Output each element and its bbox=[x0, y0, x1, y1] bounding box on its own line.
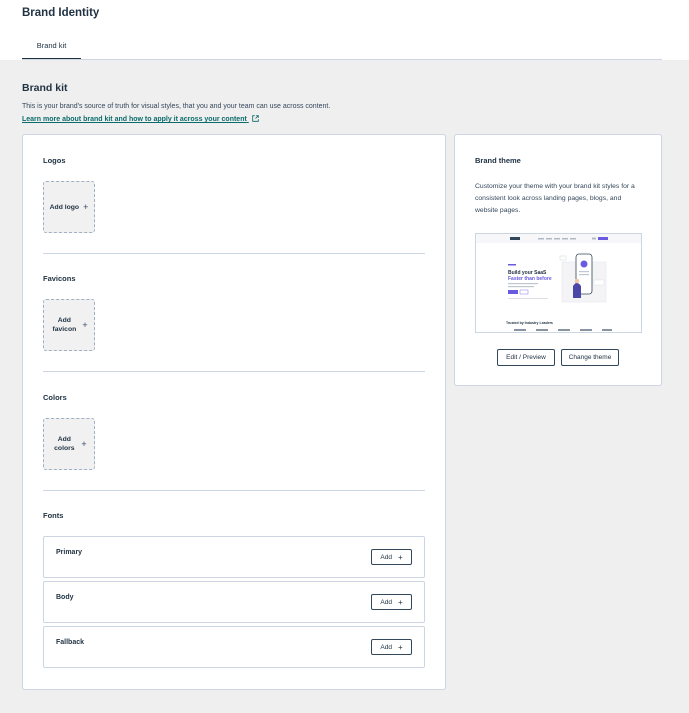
font-row-body: Body Add + bbox=[43, 581, 425, 623]
fonts-title: Fonts bbox=[43, 511, 64, 520]
logos-title: Logos bbox=[43, 156, 66, 165]
add-label: Add bbox=[380, 598, 392, 606]
tab-brand-kit[interactable]: Brand kit bbox=[22, 34, 81, 60]
add-colors-label: Add colors bbox=[54, 436, 75, 452]
colors-title: Colors bbox=[43, 393, 67, 402]
theme-preview-image: Build your SaaS Faster than before Trust… bbox=[476, 234, 641, 332]
tab-label: Brand kit bbox=[36, 41, 67, 50]
add-favicon-label: Add favicon bbox=[52, 317, 77, 333]
add-logo-label: Add logo bbox=[49, 203, 80, 211]
font-name: Body bbox=[56, 594, 74, 601]
add-label: Add bbox=[380, 643, 392, 651]
theme-preview-thumbnail[interactable]: Build your SaaS Faster than before Trust… bbox=[475, 233, 642, 333]
add-label: Add bbox=[380, 553, 392, 561]
learn-more-link[interactable]: Learn more about brand kit and how to ap… bbox=[22, 115, 259, 124]
plus-icon: + bbox=[83, 202, 89, 212]
add-fallback-font-button[interactable]: Add + bbox=[371, 639, 412, 655]
brand-theme-title: Brand theme bbox=[475, 156, 521, 165]
plus-icon: + bbox=[81, 439, 87, 449]
section-divider bbox=[43, 490, 425, 491]
edit-preview-button[interactable]: Edit / Preview bbox=[497, 349, 555, 366]
learn-more-link-text: Learn more about brand kit and how to ap… bbox=[22, 116, 247, 123]
font-row-primary: Primary Add + bbox=[43, 536, 425, 578]
page-description: This is your brand's source of truth for… bbox=[22, 103, 331, 110]
plus-icon: + bbox=[397, 597, 403, 607]
brand-theme-card: Brand theme Customize your theme with yo… bbox=[454, 134, 662, 386]
brand-kit-card: Logos Add logo + Favicons Add favicon + … bbox=[22, 134, 446, 690]
edit-preview-label: Edit / Preview bbox=[506, 354, 546, 361]
change-theme-label: Change theme bbox=[568, 354, 612, 361]
top-bar: Brand Identity Brand kit bbox=[0, 0, 689, 60]
tab-divider bbox=[22, 59, 662, 60]
plus-icon: + bbox=[397, 552, 403, 562]
brand-theme-description: Customize your theme with your brand kit… bbox=[475, 183, 635, 214]
font-name: Fallback bbox=[56, 639, 85, 646]
external-link-icon bbox=[252, 115, 259, 124]
favicons-title: Favicons bbox=[43, 274, 76, 283]
font-row-fallback: Fallback Add + bbox=[43, 626, 425, 668]
add-favicon-button[interactable]: Add favicon + bbox=[43, 299, 95, 351]
section-divider bbox=[43, 371, 425, 372]
add-body-font-button[interactable]: Add + bbox=[371, 594, 412, 610]
plus-icon: + bbox=[82, 320, 88, 330]
add-primary-font-button[interactable]: Add + bbox=[371, 549, 412, 565]
app-title: Brand Identity bbox=[22, 7, 100, 19]
preview-headline-2: Faster than before bbox=[508, 276, 552, 282]
add-colors-button[interactable]: Add colors + bbox=[43, 418, 95, 470]
plus-icon: + bbox=[397, 642, 403, 652]
add-logo-button[interactable]: Add logo + bbox=[43, 181, 95, 233]
change-theme-button[interactable]: Change theme bbox=[561, 349, 619, 366]
page-heading: Brand kit bbox=[22, 82, 68, 94]
preview-footer-text: Trusted by Industry Leaders bbox=[506, 321, 553, 325]
font-name: Primary bbox=[56, 549, 83, 556]
section-divider bbox=[43, 253, 425, 254]
